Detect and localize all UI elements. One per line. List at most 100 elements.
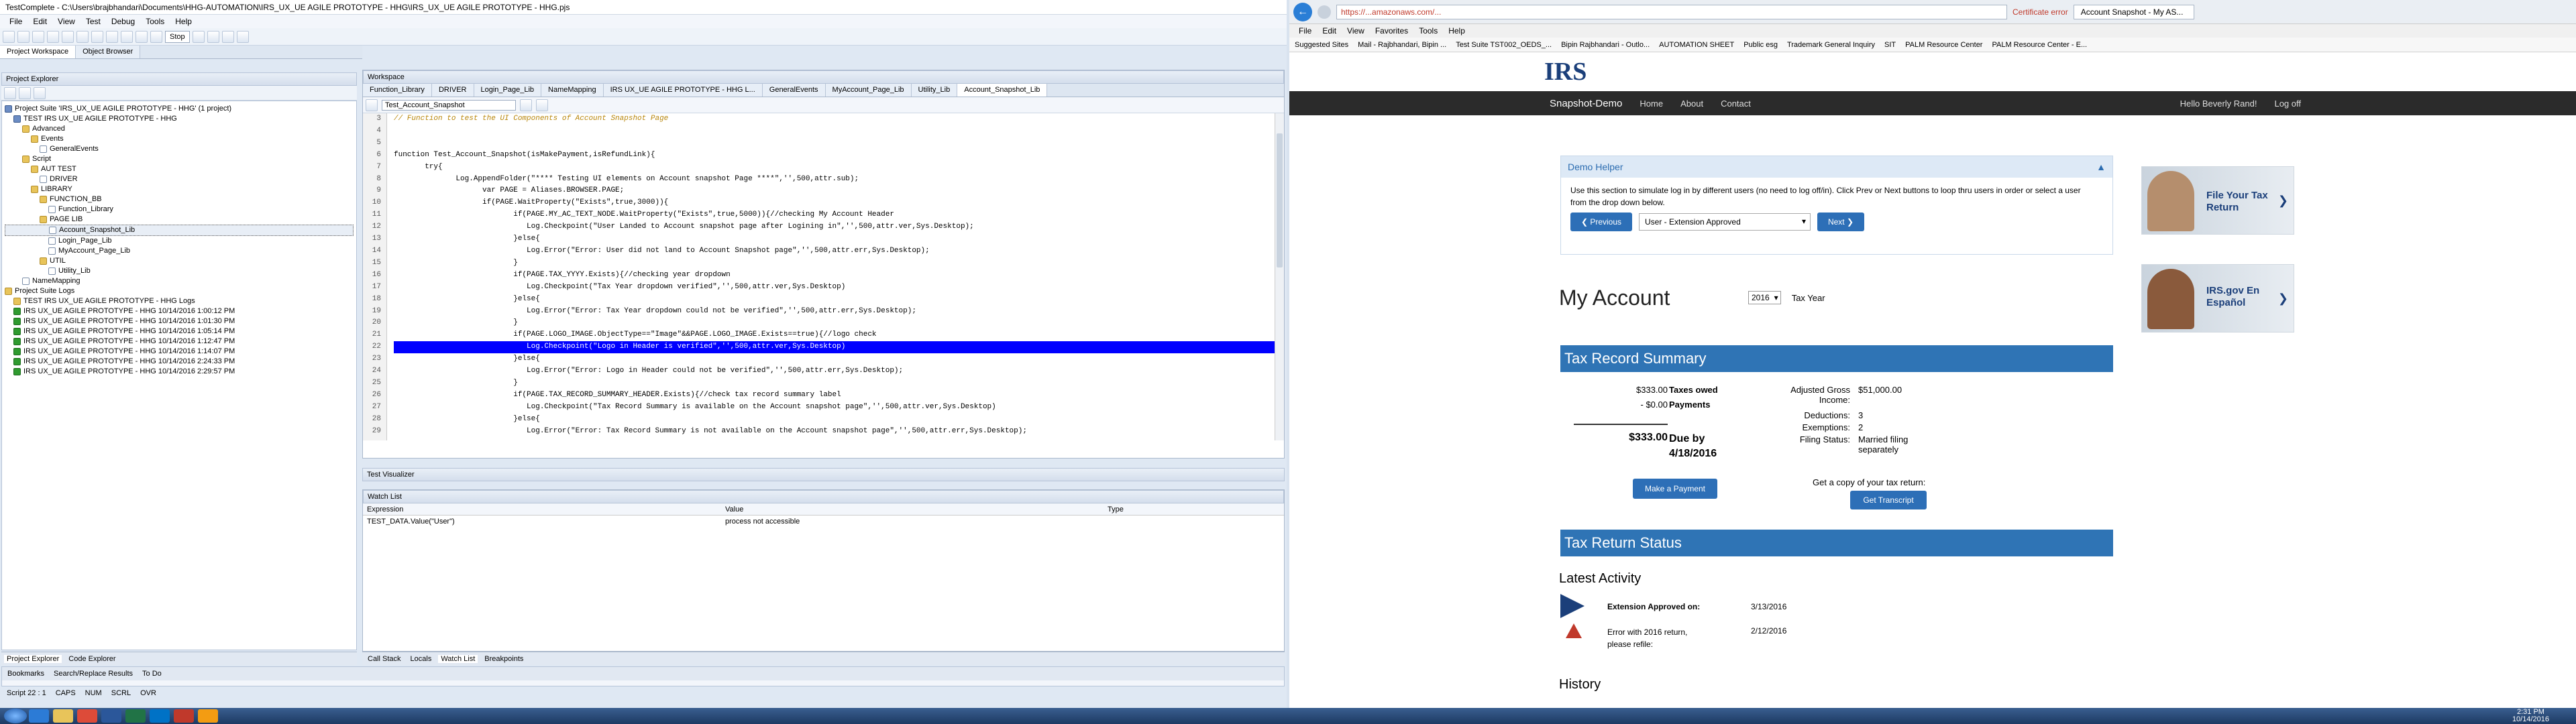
- tree-node[interactable]: Function_Library: [5, 204, 354, 215]
- back-icon[interactable]: [366, 99, 378, 111]
- tree-node[interactable]: Script: [5, 154, 354, 164]
- favorite-link[interactable]: Trademark General Inquiry: [1787, 41, 1875, 49]
- favorite-link[interactable]: Public esg: [1743, 41, 1778, 49]
- tree-node[interactable]: Project Suite Logs: [5, 286, 354, 296]
- testcomplete-taskbar-icon[interactable]: [198, 709, 218, 723]
- word-taskbar-icon[interactable]: [101, 709, 121, 723]
- user-select[interactable]: User - Extension Approved ▾: [1639, 213, 1811, 231]
- favorite-link[interactable]: PALM Resource Center - E...: [1992, 41, 2087, 49]
- editor-tab[interactable]: Function_Library: [363, 84, 432, 97]
- editor-tab[interactable]: IRS UX_UE AGILE PROTOTYPE - HHG L...: [603, 84, 763, 97]
- browser-tab[interactable]: Account Snapshot - My AS...: [2073, 4, 2194, 19]
- code-line[interactable]: [394, 125, 1275, 137]
- logout-link[interactable]: Log off: [2274, 99, 2301, 109]
- editor-tab[interactable]: DRIVER: [431, 84, 474, 97]
- tree-node[interactable]: IRS UX_UE AGILE PROTOTYPE - HHG 10/14/20…: [5, 347, 354, 357]
- address-input[interactable]: https://...amazonaws.com/...: [1336, 4, 2007, 19]
- make-payment-button[interactable]: Make a Payment: [1633, 479, 1717, 499]
- save-icon[interactable]: [32, 30, 44, 43]
- tree-node[interactable]: IRS UX_UE AGILE PROTOTYPE - HHG 10/14/20…: [5, 316, 354, 326]
- code-line[interactable]: if(PAGE.TAX_YYYY.Exists){//checking year…: [394, 269, 1275, 282]
- tree-node[interactable]: GeneralEvents: [5, 144, 354, 154]
- menu-item[interactable]: Tools: [140, 17, 170, 26]
- pdf-taskbar-icon[interactable]: [174, 709, 194, 723]
- editor-tab[interactable]: Login_Page_Lib: [474, 84, 542, 97]
- panel-tab[interactable]: Project Workspace: [0, 46, 76, 58]
- vertical-scrollbar[interactable]: [1275, 113, 1284, 440]
- code-editor[interactable]: 3 4 5 6 7 8 9 10 11 12 13 14 15 16 17 18 19 20 21 22 23 24 25 2…: [363, 113, 1284, 440]
- code-line[interactable]: if(PAGE.WaitProperty("Exists",true,3000)…: [394, 197, 1275, 209]
- tree-node[interactable]: IRS UX_UE AGILE PROTOTYPE - HHG 10/14/20…: [5, 337, 354, 347]
- tree-node[interactable]: IRS UX_UE AGILE PROTOTYPE - HHG 10/14/20…: [5, 306, 354, 316]
- menu-item[interactable]: View: [52, 17, 80, 26]
- debug-tab[interactable]: Call Stack: [365, 655, 404, 663]
- editor-tab[interactable]: NameMapping: [541, 84, 604, 97]
- copy-icon[interactable]: [76, 30, 89, 43]
- code-line[interactable]: // Function to test the UI Components of…: [394, 113, 1275, 125]
- code-line[interactable]: }else{: [394, 294, 1275, 306]
- add-icon[interactable]: [4, 86, 16, 99]
- code-line[interactable]: Log.Error("Error: Tax Year dropdown coul…: [394, 306, 1275, 318]
- paste-icon[interactable]: [91, 30, 103, 43]
- code-line[interactable]: Log.Checkpoint("Logo in Header is verifi…: [394, 341, 1275, 354]
- code-body[interactable]: // Function to test the UI Components of…: [387, 113, 1275, 440]
- tree-node[interactable]: TEST IRS UX_UE AGILE PROTOTYPE - HHG Log…: [5, 296, 354, 306]
- tree-node[interactable]: DRIVER: [5, 174, 354, 184]
- cut-icon[interactable]: [62, 30, 74, 43]
- favorite-link[interactable]: SIT: [1884, 41, 1896, 49]
- tree-node[interactable]: FUNCTION_BB: [5, 194, 354, 204]
- layout-icon[interactable]: [236, 30, 249, 43]
- function-selector[interactable]: Test_Account_Snapshot: [382, 99, 516, 111]
- browser-menu-item[interactable]: Favorites: [1370, 26, 1413, 36]
- tree-node[interactable]: Login_Page_Lib: [5, 236, 354, 246]
- start-button[interactable]: [4, 709, 27, 723]
- folder-taskbar-icon[interactable]: [53, 709, 73, 723]
- nav-about[interactable]: About: [1680, 99, 1703, 109]
- comment-icon[interactable]: [536, 99, 548, 111]
- record-icon[interactable]: [136, 30, 148, 43]
- debug-tab[interactable]: Watch List: [438, 654, 478, 663]
- tree-node[interactable]: PAGE LIB: [5, 215, 354, 225]
- code-line[interactable]: Log.Checkpoint("User Landed to Account s…: [394, 221, 1275, 233]
- debug-tab[interactable]: Breakpoints: [482, 655, 526, 663]
- browser-menu-item[interactable]: Tools: [1413, 26, 1443, 36]
- nav-home[interactable]: Home: [1640, 99, 1663, 109]
- promo-espanol[interactable]: IRS.gov En Español ❯: [2141, 264, 2294, 333]
- tree-node[interactable]: Project Suite 'IRS_UX_UE AGILE PROTOTYPE…: [5, 104, 354, 114]
- stop-button[interactable]: Stop: [165, 30, 190, 43]
- menu-item[interactable]: Edit: [28, 17, 52, 26]
- tree-node[interactable]: Account_Snapshot_Lib: [5, 225, 354, 236]
- collapse-icon[interactable]: ▲: [2096, 162, 2106, 172]
- bookmark-icon[interactable]: [520, 99, 532, 111]
- left-tab[interactable]: Code Explorer: [66, 655, 118, 663]
- nav-brand[interactable]: Snapshot-Demo: [1550, 98, 1622, 109]
- redo-icon[interactable]: [121, 30, 133, 43]
- code-line[interactable]: Log.AppendFolder("**** Testing UI elemen…: [394, 174, 1275, 186]
- code-line[interactable]: }else{: [394, 353, 1275, 365]
- code-line[interactable]: try{: [394, 162, 1275, 174]
- get-transcript-button[interactable]: Get Transcript: [1850, 491, 1927, 509]
- promo-file-return[interactable]: File Your Tax Return ❯: [2141, 166, 2294, 235]
- tax-year-select[interactable]: 2016 ▾: [1748, 291, 1781, 304]
- code-line[interactable]: [394, 137, 1275, 149]
- tree-node[interactable]: LIBRARY: [5, 184, 354, 194]
- code-line[interactable]: }: [394, 377, 1275, 389]
- clock[interactable]: 2:31 PM 10/14/2016: [2512, 709, 2549, 723]
- code-line[interactable]: Log.Checkpoint("Tax Record Summary is av…: [394, 402, 1275, 414]
- code-line[interactable]: if(PAGE.TAX_RECORD_SUMMARY_HEADER.Exists…: [394, 389, 1275, 402]
- code-line[interactable]: }: [394, 257, 1275, 269]
- code-line[interactable]: }else{: [394, 414, 1275, 426]
- editor-tab[interactable]: GeneralEvents: [762, 84, 826, 97]
- left-tab[interactable]: Project Explorer: [4, 654, 62, 663]
- next-button[interactable]: Next ❯: [1817, 213, 1864, 231]
- tree-node[interactable]: UTIL: [5, 256, 354, 266]
- code-line[interactable]: }: [394, 317, 1275, 329]
- tree-node[interactable]: NameMapping: [5, 276, 354, 286]
- forward-button[interactable]: [1318, 5, 1331, 19]
- favorite-link[interactable]: AUTOMATION SHEET: [1659, 41, 1734, 49]
- code-line[interactable]: }else{: [394, 233, 1275, 245]
- code-line[interactable]: Log.Error("Error: User did not land to A…: [394, 245, 1275, 257]
- irs-logo[interactable]: IRS: [1544, 57, 1587, 86]
- bottom-pane-tab[interactable]: Search/Replace Results: [51, 670, 136, 678]
- tree-node[interactable]: IRS UX_UE AGILE PROTOTYPE - HHG 10/14/20…: [5, 357, 354, 367]
